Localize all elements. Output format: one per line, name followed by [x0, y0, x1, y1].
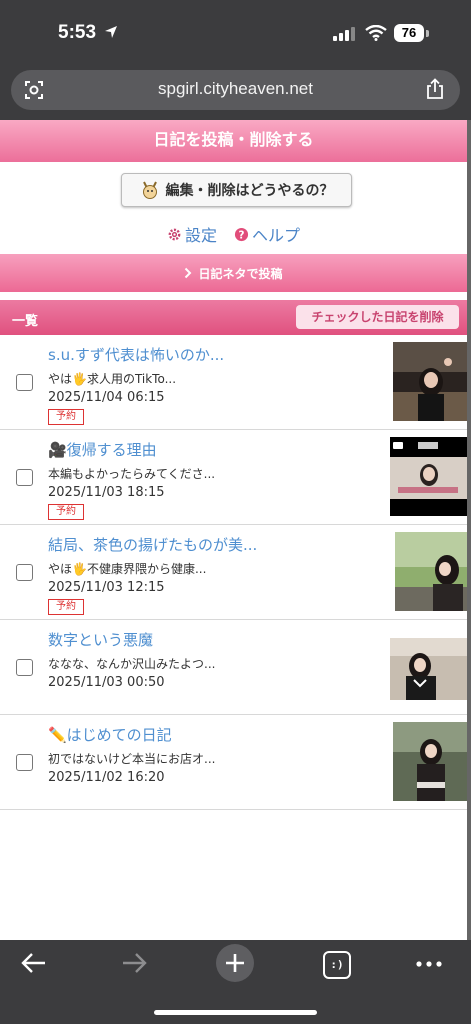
svg-text:?: ?	[239, 229, 245, 241]
entry-date: 2025/11/03 18:15	[48, 485, 165, 500]
entry-title[interactable]: s.u.すず代表は怖いのか...	[48, 344, 378, 365]
entry-title[interactable]: 数字という悪魔	[48, 629, 378, 650]
question-icon: ?	[234, 227, 249, 241]
list-header: 一覧 チェックした日記を削除	[0, 300, 467, 335]
entry-excerpt: やは🖐求人用のTikTo...	[48, 372, 177, 386]
url-text[interactable]: spgirl.cityheaven.net	[11, 79, 460, 99]
entry-date: 2025/11/03 12:15	[48, 580, 165, 595]
list-item[interactable]: 🎥復帰する理由 本編もよかったらみてくださ... 2025/11/03 18:1…	[0, 430, 467, 525]
page-scroll-edge	[467, 120, 471, 940]
entry-thumbnail[interactable]	[395, 532, 467, 611]
entry-title[interactable]: ✏️はじめての日記	[48, 724, 378, 745]
entry-excerpt: やほ🖐不健康界隈から健康...	[48, 562, 207, 576]
list-item[interactable]: ✏️はじめての日記 初ではないけど本当にお店オ... 2025/11/02 16…	[0, 715, 467, 810]
entry-date: 2025/11/02 16:20	[48, 770, 165, 785]
entry-excerpt: 本編もよかったらみてくださ...	[48, 467, 216, 481]
new-tab-button[interactable]	[216, 944, 254, 982]
list-item[interactable]: 結局、茶色の揚げたものが美... やほ🖐不健康界隈から健康... 2025/11…	[0, 525, 467, 620]
links-row: 設定 ? ヘルプ	[0, 222, 467, 246]
back-arrow-icon[interactable]	[21, 952, 47, 974]
entry-thumbnail[interactable]	[390, 437, 467, 516]
browser-top-chrome: 5:53 76 spgirl.cityheaven.net	[0, 0, 471, 120]
entry-date: 2025/11/03 00:50	[48, 675, 165, 690]
entry-checkbox[interactable]	[16, 564, 33, 581]
entry-checkbox[interactable]	[16, 659, 33, 676]
chevron-right-icon	[185, 267, 192, 279]
signal-icon	[333, 27, 355, 41]
how-to-edit-button[interactable]: 編集・削除はどうやるの？	[121, 173, 352, 207]
entry-checkbox[interactable]	[16, 374, 33, 391]
reserved-badge: 予約	[48, 504, 84, 520]
entry-excerpt: 初ではないけど本当にお店オ...	[48, 752, 216, 766]
help-link-label: ヘルプ	[252, 226, 301, 245]
entry-excerpt: ななな、なんか沢山みたよつ...	[48, 657, 216, 671]
how-to-edit-label: 編集・削除はどうやるの？	[165, 183, 334, 199]
more-menu-icon[interactable]	[416, 961, 442, 967]
entry-title[interactable]: 結局、茶色の揚げたものが美...	[48, 534, 378, 555]
entry-thumbnail[interactable]	[390, 638, 467, 700]
battery-tip	[426, 30, 429, 37]
reserved-badge: 予約	[48, 409, 84, 425]
entry-thumbnail[interactable]	[393, 722, 467, 801]
plus-icon	[226, 954, 244, 972]
entry-checkbox[interactable]	[16, 754, 33, 771]
neta-post-button[interactable]: 日記ネタで投稿	[0, 254, 467, 292]
location-arrow-icon	[105, 26, 117, 38]
list-item[interactable]: s.u.すず代表は怖いのか... やは🖐求人用のTikTo... 2025/11…	[0, 335, 467, 430]
browser-bottom-toolbar: :)	[0, 940, 471, 1024]
reserved-badge: 予約	[48, 599, 84, 615]
list-item[interactable]: 数字という悪魔 ななな、なんか沢山みたよつ... 2025/11/03 00:5…	[0, 620, 467, 715]
home-indicator	[154, 1010, 317, 1015]
diary-page: 日記を投稿・削除する 編集・削除はどうやるの？ 設定 ? ヘルプ 日記ネタで投稿…	[0, 120, 467, 940]
entry-checkbox[interactable]	[16, 469, 33, 486]
share-icon[interactable]	[425, 78, 445, 100]
neta-post-label: 日記ネタで投稿	[198, 266, 283, 281]
status-time: 5:53	[58, 22, 97, 43]
entry-thumbnail[interactable]	[393, 342, 467, 421]
gear-icon	[168, 228, 181, 240]
wifi-icon	[365, 25, 387, 41]
address-bar[interactable]: spgirl.cityheaven.net	[11, 70, 460, 110]
delete-checked-button[interactable]: チェックした日記を削除	[296, 305, 459, 329]
battery-indicator: 76	[394, 24, 424, 42]
forward-arrow-icon[interactable]	[121, 952, 147, 974]
help-area: 編集・削除はどうやるの？ 設定 ? ヘルプ	[0, 162, 467, 254]
tabs-button[interactable]: :)	[323, 951, 351, 979]
mascot-icon	[142, 181, 157, 199]
entry-title[interactable]: 🎥復帰する理由	[48, 439, 378, 460]
settings-link-label: 設定	[184, 226, 217, 245]
help-link[interactable]: ? ヘルプ	[234, 222, 300, 246]
list-title: 一覧	[12, 314, 39, 329]
page-title: 日記を投稿・削除する	[0, 120, 467, 162]
entry-date: 2025/11/04 06:15	[48, 390, 165, 405]
settings-link[interactable]: 設定	[167, 222, 217, 246]
